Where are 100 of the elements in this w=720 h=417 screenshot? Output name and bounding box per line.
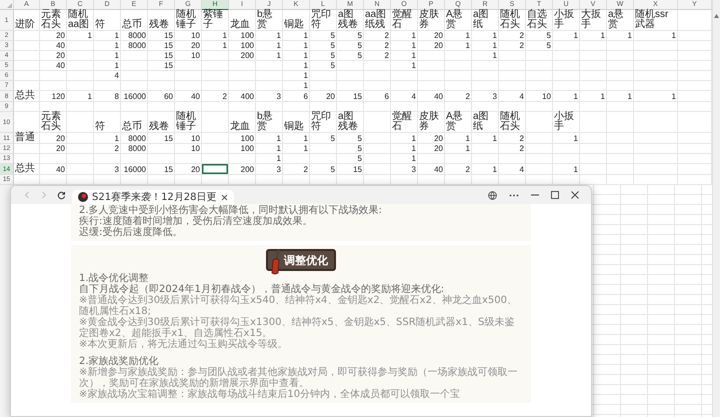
table-cell[interactable]: 残卷 (148, 112, 175, 133)
table-cell[interactable]: 1 (256, 31, 283, 41)
table-cell[interactable] (148, 81, 175, 91)
table-cell[interactable]: 1 (553, 31, 580, 41)
table-cell[interactable]: 15 (337, 164, 364, 175)
table-cell[interactable] (310, 81, 337, 91)
table-cell[interactable] (526, 71, 553, 81)
table-cell[interactable]: 1 (256, 133, 283, 144)
table-cell[interactable] (607, 51, 634, 61)
table-cell[interactable]: 1 (634, 31, 678, 41)
table-cell[interactable]: b悬赏 (256, 10, 283, 31)
table-cell[interactable]: 随机锤子 (175, 10, 202, 31)
table-cell[interactable] (580, 144, 607, 154)
table-cell[interactable]: a图纸 (472, 10, 499, 31)
table-cell[interactable] (283, 102, 310, 112)
table-cell[interactable]: 2 (364, 31, 391, 41)
table-cell[interactable]: 1 (283, 51, 310, 61)
table-cell[interactable]: 4 (499, 91, 526, 102)
table-cell[interactable]: 1 (94, 31, 121, 41)
table-cell[interactable]: 40 (175, 91, 202, 102)
table-cell[interactable] (418, 61, 445, 71)
table-cell[interactable]: 10 (175, 51, 202, 61)
table-cell[interactable] (364, 144, 391, 154)
table-cell[interactable] (148, 102, 175, 112)
table-cell[interactable]: 皮肤券 (418, 10, 445, 31)
table-cell[interactable] (67, 112, 94, 133)
table-cell[interactable]: A悬赏 (445, 112, 472, 133)
table-cell[interactable] (634, 51, 678, 61)
table-cell[interactable] (148, 144, 175, 154)
table-cell[interactable]: 20 (175, 41, 202, 51)
table-cell[interactable]: 5 (337, 133, 364, 144)
table-cell[interactable]: 5 (310, 133, 337, 144)
table-cell[interactable] (445, 71, 472, 81)
table-cell[interactable]: 1 (472, 51, 499, 61)
table-cell[interactable]: 龙血 (229, 112, 256, 133)
table-cell[interactable]: 4 (391, 91, 418, 102)
table-cell[interactable] (256, 81, 283, 91)
table-cell[interactable]: aa图纸残 (364, 10, 391, 31)
table-cell[interactable]: 1 (391, 41, 418, 51)
table-cell[interactable] (121, 71, 148, 81)
table-cell[interactable] (418, 154, 445, 164)
table-cell[interactable]: 5 (337, 31, 364, 41)
minimize-icon[interactable] (531, 194, 539, 196)
table-cell[interactable] (202, 102, 229, 112)
table-cell[interactable] (121, 51, 148, 61)
close-icon[interactable] (220, 194, 228, 200)
table-cell[interactable]: 100 (229, 144, 256, 154)
table-cell[interactable] (607, 81, 634, 91)
table-cell[interactable] (580, 61, 607, 71)
table-cell[interactable] (14, 81, 40, 91)
table-cell[interactable] (229, 154, 256, 164)
table-cell[interactable]: 随机aa图 (67, 10, 94, 31)
table-cell[interactable] (499, 71, 526, 81)
table-cell[interactable] (607, 112, 634, 133)
table-cell[interactable]: 15 (148, 51, 175, 61)
table-cell[interactable]: 1 (580, 91, 607, 102)
table-cell[interactable]: 200 (229, 51, 256, 61)
table-cell[interactable]: 10 (175, 133, 202, 144)
table-cell[interactable] (580, 112, 607, 133)
table-cell[interactable] (67, 102, 94, 112)
table-cell[interactable] (526, 51, 553, 61)
table-cell[interactable]: 随机锤子 (175, 112, 202, 133)
table-cell[interactable] (175, 154, 202, 164)
table-cell[interactable]: 120 (40, 91, 67, 102)
table-cell[interactable]: 2 (202, 91, 229, 102)
table-cell[interactable] (94, 81, 121, 91)
table-cell[interactable]: 5 (337, 41, 364, 51)
table-cell[interactable] (94, 154, 121, 164)
table-cell[interactable]: 1 (256, 154, 283, 164)
table-cell[interactable] (418, 102, 445, 112)
table-cell[interactable] (634, 133, 678, 144)
table-cell[interactable] (14, 102, 40, 112)
table-cell[interactable]: 15 (148, 164, 175, 175)
table-cell[interactable]: 5 (337, 154, 364, 164)
table-cell[interactable]: A悬赏 (445, 10, 472, 31)
table-cell[interactable]: 15 (337, 91, 364, 102)
table-cell[interactable]: 1 (283, 133, 310, 144)
table-cell[interactable]: b悬赏 (256, 112, 283, 133)
table-cell[interactable]: 1 (472, 31, 499, 41)
table-cell[interactable]: 元素石头 (40, 10, 67, 31)
table-cell[interactable] (148, 154, 175, 164)
table-cell[interactable]: 1 (607, 31, 634, 41)
table-cell[interactable] (202, 144, 229, 154)
table-cell[interactable]: 5 (526, 41, 553, 51)
table-cell[interactable] (499, 102, 526, 112)
table-cell[interactable] (202, 133, 229, 144)
table-cell[interactable] (229, 81, 256, 91)
table-cell[interactable]: 1 (67, 31, 94, 41)
table-cell[interactable] (580, 154, 607, 164)
table-cell[interactable]: 2 (94, 144, 121, 154)
table-cell[interactable] (310, 144, 337, 154)
table-cell[interactable] (310, 71, 337, 81)
table-cell[interactable]: 觉醒石 (391, 112, 418, 133)
table-cell[interactable] (67, 154, 94, 164)
table-cell[interactable] (526, 81, 553, 91)
table-cell[interactable] (256, 61, 283, 71)
table-cell[interactable] (472, 144, 499, 154)
globe-icon[interactable] (488, 190, 497, 200)
table-cell[interactable] (175, 61, 202, 71)
table-cell[interactable]: 10 (526, 91, 553, 102)
